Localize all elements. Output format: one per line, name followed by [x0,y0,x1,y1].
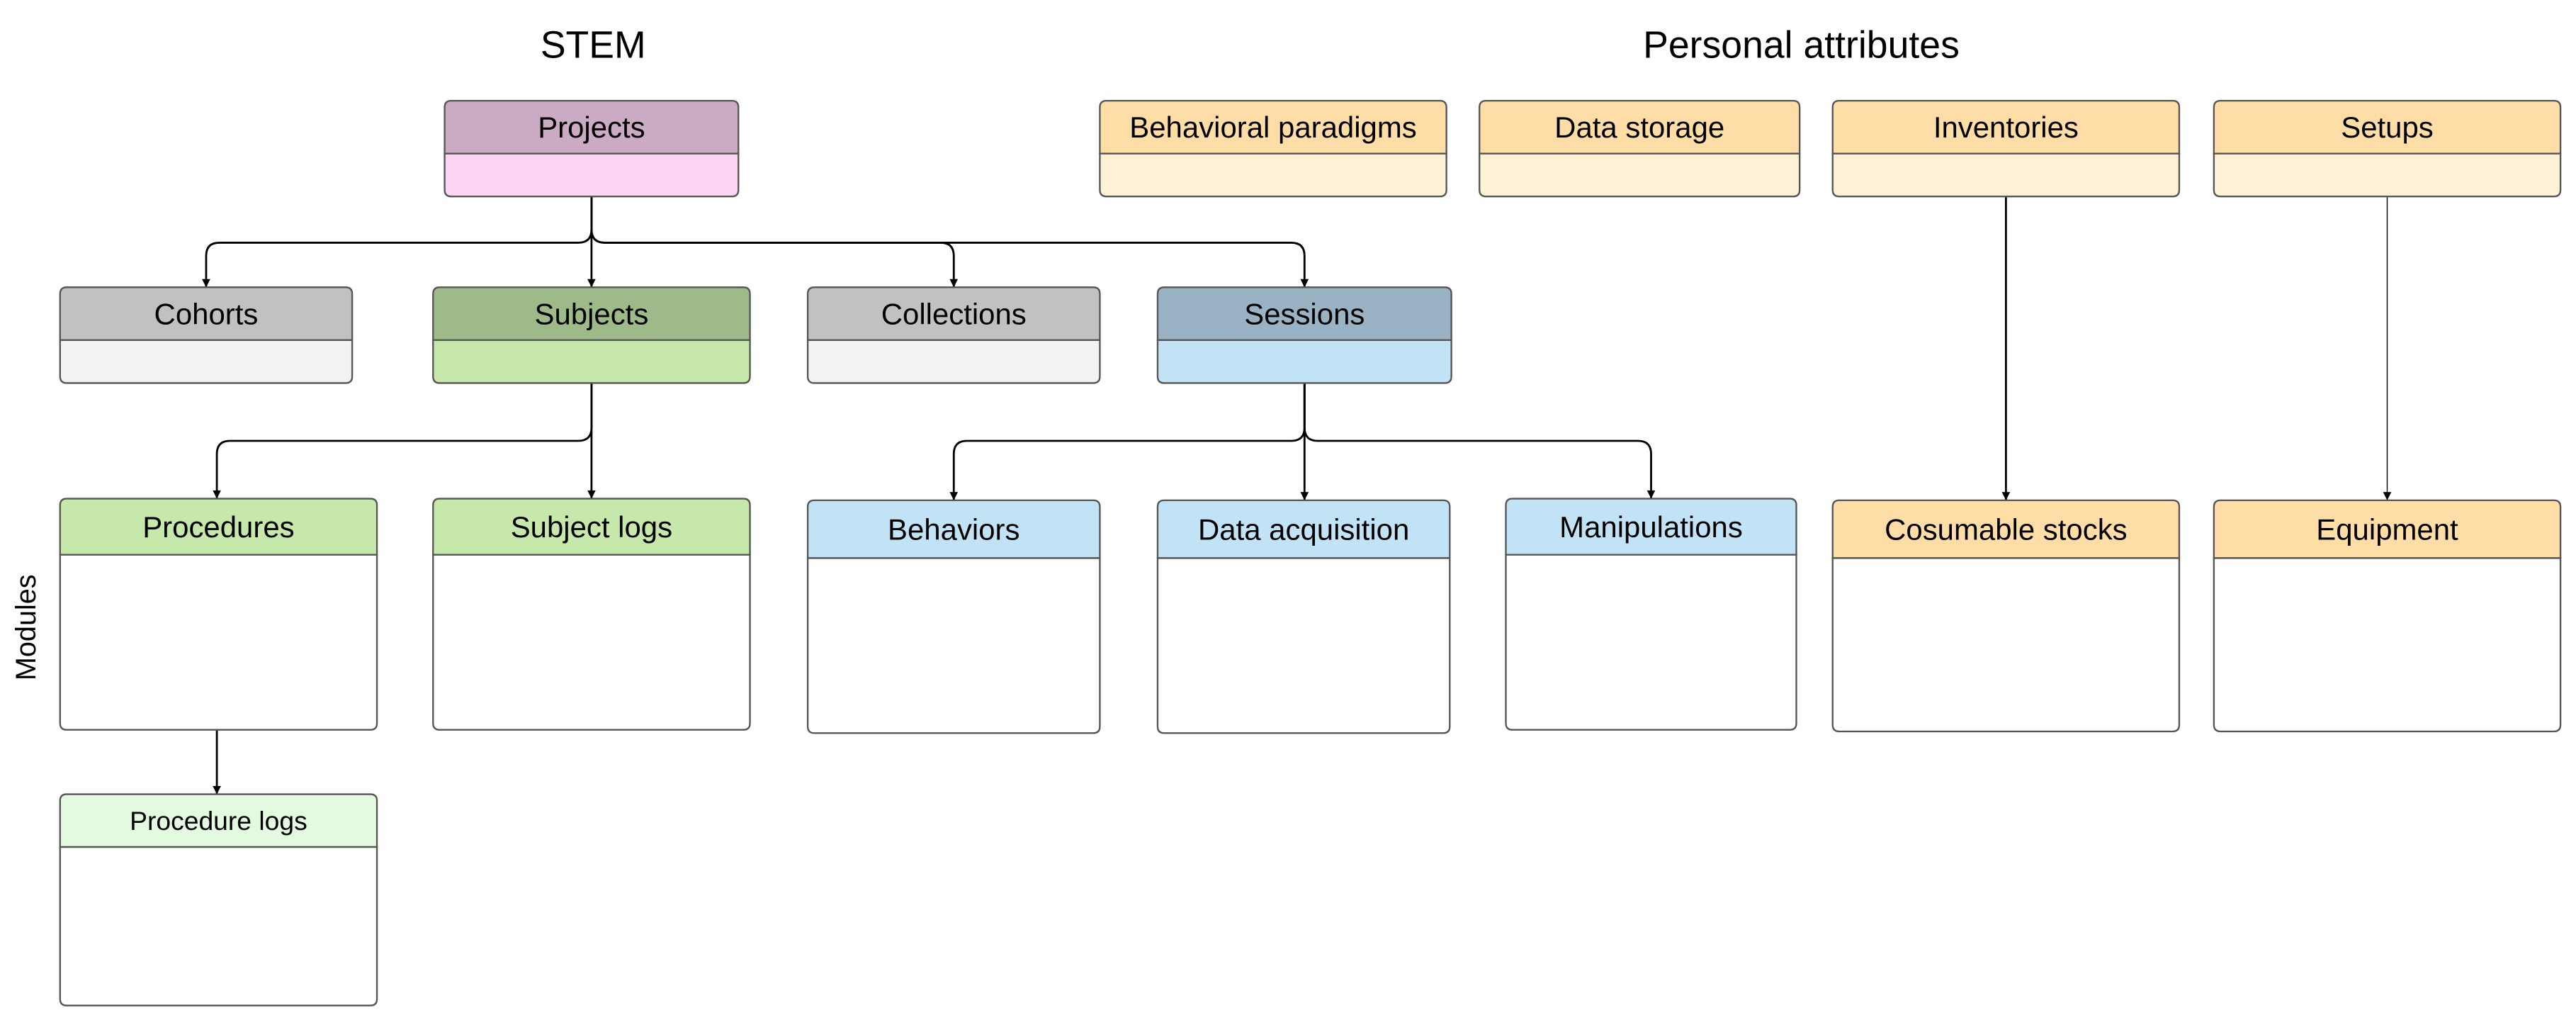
equipment-body [2213,557,2562,733]
modules-label: Modules [11,574,42,680]
data-acquisition-label: Data acquisition [1198,512,1409,546]
manipulations-box[interactable]: Manipulations [1505,498,1797,731]
behavioral-paradigms-body [1099,152,1447,198]
sessions-body [1156,339,1452,384]
behaviors-body [806,557,1101,734]
personal-attributes-section-title: Personal attributes [1643,24,1960,67]
procedures-label: Procedures [142,510,294,544]
setups-label: Setups [2341,111,2434,144]
behaviors-box[interactable]: Behaviors [806,499,1101,734]
cosumable-stocks-box[interactable]: Cosumable stocks [1831,499,2181,733]
data-acquisition-body [1156,557,1451,734]
subjects-box[interactable]: Subjects [432,286,751,384]
collections-label: Collections [881,297,1027,330]
connector-subjects-to-procedures [213,383,593,499]
subjects-label: Subjects [535,297,649,330]
behavioral-paradigms-label: Behavioral paradigms [1129,111,1416,144]
subject-logs-label: Subject logs [511,510,672,544]
data-storage-box[interactable]: Data storage [1479,99,1801,198]
inventories-body [1831,152,2181,198]
connector-projects-to-sessions [590,196,1309,288]
stem-section-title: STEM [541,24,646,67]
entity-boxes: Projects Cohorts Subjects Collections Sessio… [59,99,2562,1006]
connector-sessions-to-manipulations [1303,383,1656,499]
manipulations-label: Manipulations [1559,510,1743,544]
subject-logs-box[interactable]: Subject logs [432,498,751,731]
cosumable-stocks-body [1831,557,2181,733]
cosumable-stocks-label: Cosumable stocks [1885,512,2128,546]
manipulations-body [1505,554,1797,731]
procedure-logs-body [59,846,378,1006]
collections-body [806,339,1101,384]
inventories-box[interactable]: Inventories [1831,99,2181,198]
procedures-box[interactable]: Procedures [59,498,378,731]
collections-box[interactable]: Collections [806,286,1101,384]
subject-logs-body [432,554,751,731]
cohorts-label: Cohorts [154,297,259,330]
setups-body [2213,152,2562,198]
data-storage-label: Data storage [1554,111,1724,144]
procedure-logs-label: Procedure logs [130,806,307,836]
procedure-logs-box[interactable]: Procedure logs [59,793,378,1006]
projects-box[interactable]: Projects [444,99,740,198]
data-storage-body [1479,152,1801,198]
sessions-label: Sessions [1244,297,1365,330]
subjects-body [432,339,751,384]
connector-sessions-to-behaviors [949,383,1306,500]
behavioral-paradigms-box[interactable]: Behavioral paradigms [1099,99,1447,198]
data-acquisition-box[interactable]: Data acquisition [1156,499,1451,734]
projects-body [444,152,740,198]
diagram-canvas: STEM Personal attributes Modules Project… [11,24,2562,1006]
setups-box[interactable]: Setups [2213,99,2562,198]
equipment-box[interactable]: Equipment [2213,499,2562,733]
projects-label: Projects [538,111,645,144]
cohorts-box[interactable]: Cohorts [59,286,354,384]
behaviors-label: Behaviors [888,512,1019,546]
equipment-label: Equipment [2316,512,2458,546]
sessions-box[interactable]: Sessions [1156,286,1452,384]
connector-projects-to-cohorts [202,196,593,288]
cohorts-body [59,339,354,384]
inventories-label: Inventories [1933,111,2079,144]
procedures-body [59,554,378,731]
